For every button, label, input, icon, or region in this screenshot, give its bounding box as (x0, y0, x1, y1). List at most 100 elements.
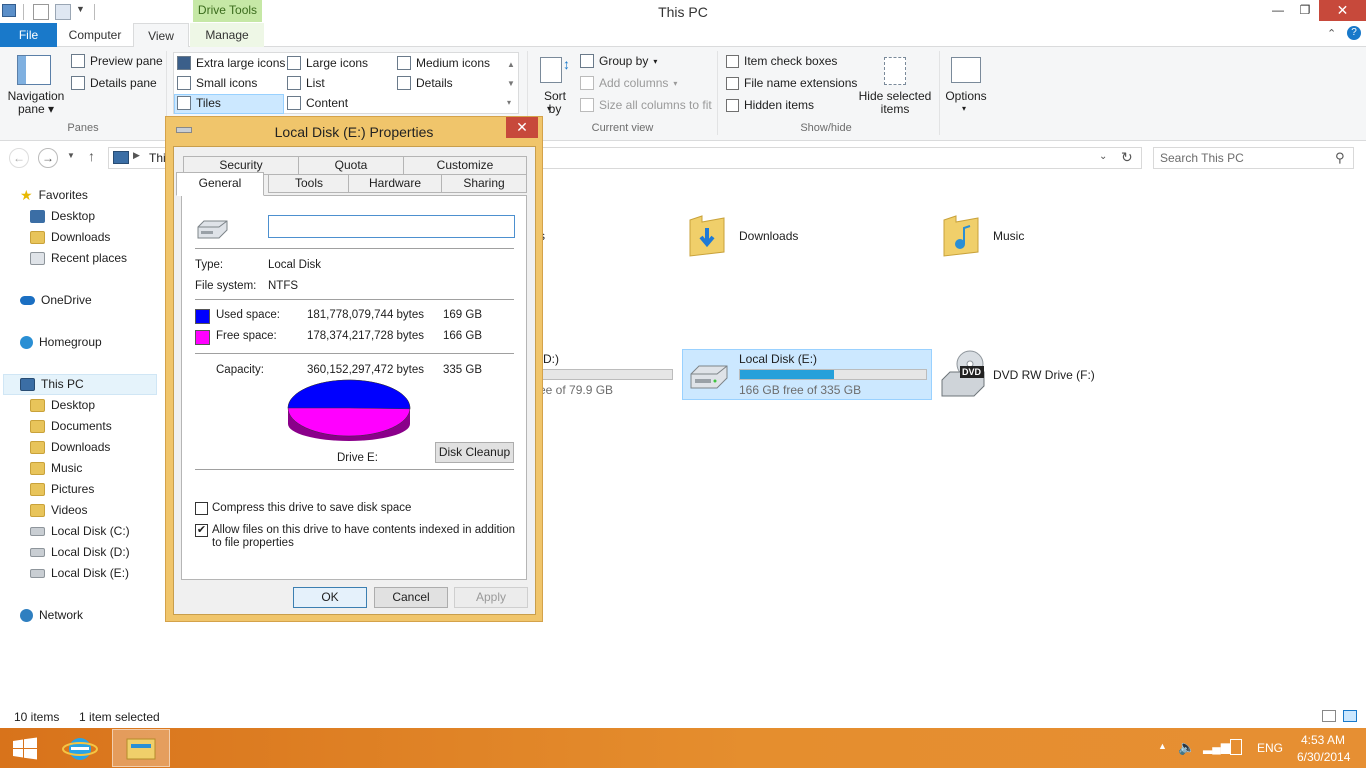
layout-details[interactable]: Details (397, 76, 453, 90)
search-icon[interactable]: ⚲ (1335, 150, 1345, 166)
nav-pc-disk-d[interactable]: Local Disk (D:) (30, 542, 130, 562)
nav-recent-places[interactable]: Recent places (30, 248, 127, 268)
nav-network[interactable]: Network (20, 605, 83, 625)
hide-selected-button[interactable]: Hide selected items (856, 90, 934, 116)
layout-small-icons[interactable]: Small icons (177, 76, 257, 90)
homegroup-icon (20, 335, 33, 349)
group-by-button[interactable]: Group by ▾ (580, 54, 657, 68)
clock-date[interactable]: 6/30/2014 (1297, 750, 1350, 764)
file-name-extensions-checkbox[interactable] (726, 76, 739, 90)
volume-label-input[interactable] (268, 215, 515, 238)
sort-by-icon[interactable] (540, 57, 562, 83)
downloads-folder-label[interactable]: Downloads (739, 229, 798, 243)
downloads-folder-tile[interactable] (688, 212, 726, 258)
nav-pc-downloads[interactable]: Downloads (30, 437, 110, 457)
nav-pc-videos[interactable]: Videos (30, 500, 87, 520)
nav-homegroup[interactable]: Homegroup (20, 332, 102, 352)
file-explorer-button[interactable] (112, 729, 170, 767)
nav-pc-music[interactable]: Music (30, 458, 82, 478)
size-columns-button[interactable]: Size all columns to fit (580, 98, 712, 112)
forward-button[interactable]: → (38, 148, 58, 168)
ok-button[interactable]: OK (293, 587, 367, 608)
nav-desktop[interactable]: Desktop (30, 206, 95, 226)
sort-by-button[interactable]: Sort by (538, 90, 572, 116)
refresh-icon[interactable]: ↻ (1121, 149, 1133, 166)
nav-pc-disk-c[interactable]: Local Disk (C:) (30, 521, 130, 541)
compress-checkbox[interactable] (195, 502, 208, 515)
internet-explorer-button[interactable] (55, 729, 105, 767)
layout-large-icons[interactable]: Large icons (287, 56, 368, 70)
hidden-items-checkbox[interactable] (726, 98, 739, 112)
large-icons-view-icon[interactable] (1343, 710, 1357, 722)
dialog-close-button[interactable]: ✕ (506, 117, 538, 138)
nav-pc-documents[interactable]: Documents (30, 416, 112, 436)
clock-time[interactable]: 4:53 AM (1301, 733, 1345, 747)
tab-file[interactable]: File (0, 23, 57, 47)
address-dropdown-icon[interactable]: ⌄ (1099, 151, 1107, 162)
layout-medium-icons[interactable]: Medium icons (397, 56, 490, 70)
address-path[interactable]: Thi (149, 151, 166, 165)
tab-manage[interactable]: Manage (190, 23, 264, 47)
tab-view[interactable]: View (133, 23, 189, 48)
index-checkbox[interactable]: ✔ (195, 524, 208, 537)
details-pane-button[interactable]: Details pane (71, 76, 157, 90)
nav-downloads[interactable]: Downloads (30, 227, 110, 247)
nav-pc-disk-e[interactable]: Local Disk (E:) (30, 563, 129, 583)
maximize-button[interactable]: ❐ (1291, 0, 1319, 21)
language-indicator[interactable]: ENG (1257, 741, 1283, 755)
volume-icon[interactable]: 🔈 (1178, 739, 1195, 756)
layout-list[interactable]: List (287, 76, 325, 90)
layout-extra-large-icons[interactable]: Extra large icons (177, 56, 285, 70)
cancel-button[interactable]: Cancel (374, 587, 448, 608)
tab-computer[interactable]: Computer (57, 23, 133, 47)
tab-hardware[interactable]: Hardware (348, 174, 442, 193)
drive-e-tile[interactable]: Local Disk (E:) 166 GB free of 335 GB (682, 349, 932, 400)
options-button[interactable]: Options (940, 90, 992, 103)
item-check-boxes-checkbox[interactable] (726, 54, 739, 68)
hide-selected-icon[interactable] (884, 57, 906, 85)
disk-cleanup-button[interactable]: Disk Cleanup (435, 442, 514, 463)
dvd-drive-label[interactable]: DVD RW Drive (F:) (993, 368, 1095, 382)
preview-pane-button[interactable]: Preview pane (71, 54, 163, 68)
music-folder-tile[interactable] (942, 212, 980, 258)
details-view-icon[interactable] (1322, 710, 1336, 722)
tab-quota[interactable]: Quota (298, 156, 404, 175)
show-hidden-icons-icon[interactable]: ▲ (1158, 741, 1167, 751)
tab-sharing[interactable]: Sharing (441, 174, 527, 193)
back-button[interactable]: ← (9, 148, 29, 168)
layout-content[interactable]: Content (287, 96, 348, 110)
dvd-drive-tile[interactable]: DVD (940, 350, 988, 400)
ribbon-collapse-icon[interactable]: ⌃ (1327, 27, 1336, 40)
layout-tiles[interactable]: Tiles (177, 96, 221, 110)
up-button[interactable]: ↑ (88, 148, 95, 164)
recent-locations-icon[interactable]: ▼ (67, 151, 75, 160)
options-icon[interactable] (951, 57, 981, 83)
close-button[interactable]: ✕ (1319, 0, 1366, 21)
computer-icon (20, 377, 35, 391)
nav-favorites[interactable]: ★ Favorites (20, 185, 88, 205)
tab-general[interactable]: General (176, 172, 264, 196)
navigation-pane-button[interactable]: Navigation pane ▾ (4, 90, 68, 116)
apply-button[interactable]: Apply (454, 587, 528, 608)
tab-tools[interactable]: Tools (268, 174, 350, 193)
network-signal-icon[interactable]: ▂▄▆ (1203, 740, 1230, 754)
nav-pc-pictures[interactable]: Pictures (30, 479, 94, 499)
tab-customize[interactable]: Customize (403, 156, 527, 175)
minimize-button[interactable]: — (1264, 0, 1292, 21)
file-name-extensions-toggle[interactable]: File name extensions (726, 76, 857, 90)
nav-onedrive[interactable]: OneDrive (20, 290, 92, 310)
nav-this-pc[interactable]: This PC (20, 374, 84, 394)
battery-icon[interactable] (1230, 739, 1242, 755)
start-button[interactable] (0, 729, 50, 767)
gallery-scroll[interactable]: ▲ ▼ ▾ (507, 55, 515, 112)
add-columns-button[interactable]: Add columns ▾ (580, 76, 677, 90)
search-input[interactable]: Search This PC ⚲ (1153, 147, 1354, 169)
item-check-boxes-toggle[interactable]: Item check boxes (726, 54, 837, 68)
nav-pc-desktop[interactable]: Desktop (30, 395, 95, 415)
navigation-pane-icon[interactable] (17, 55, 51, 85)
music-folder-label[interactable]: Music (993, 229, 1024, 243)
hidden-items-toggle[interactable]: Hidden items (726, 98, 814, 112)
small-icons-icon (177, 76, 191, 90)
help-icon[interactable]: ? (1347, 26, 1361, 40)
folder-icon (30, 398, 45, 412)
